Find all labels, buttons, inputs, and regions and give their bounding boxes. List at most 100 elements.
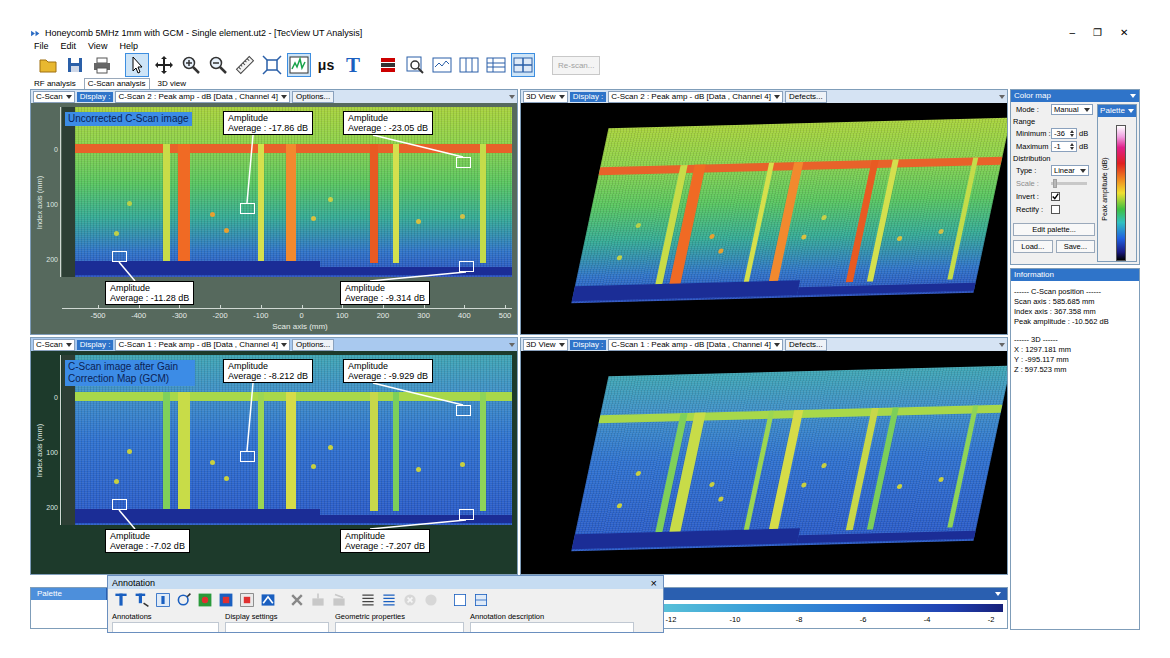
- dropdown-arrow-icon[interactable]: [509, 343, 515, 347]
- measurement-box[interactable]: [240, 451, 255, 462]
- tool-button[interactable]: [233, 53, 257, 77]
- palette-tab[interactable]: Palette: [1098, 105, 1136, 117]
- annotation-tool[interactable]: [401, 591, 419, 609]
- measurement-box[interactable]: [456, 405, 471, 416]
- dropdown-arrow-icon[interactable]: [999, 95, 1005, 99]
- tool-button[interactable]: [484, 53, 508, 77]
- dropdown-arrow-icon[interactable]: [66, 95, 72, 99]
- measurement-box[interactable]: [459, 261, 474, 272]
- annotation-tool[interactable]: [288, 591, 306, 609]
- tool-button[interactable]: μs: [314, 53, 338, 77]
- tool-button[interactable]: [430, 53, 454, 77]
- annotation-tool[interactable]: [196, 591, 214, 609]
- display-select[interactable]: C-Scan 2 : Peak amp - dB [Data , Channel…: [115, 91, 290, 103]
- save-button[interactable]: Save...: [1056, 240, 1096, 253]
- view-select[interactable]: C-Scan: [33, 339, 75, 351]
- amplitude-label[interactable]: AmplitudeAverage : -8.212 dB: [223, 359, 313, 383]
- tool-button[interactable]: [511, 53, 535, 77]
- display-select[interactable]: C-Scan 1 : Peak amp - dB [Data , Channel…: [115, 339, 290, 351]
- amplitude-label[interactable]: AmplitudeAverage : -7.02 dB: [105, 529, 190, 553]
- annotation-tool[interactable]: [472, 591, 490, 609]
- dropdown-arrow-icon[interactable]: [281, 95, 287, 99]
- load-button[interactable]: Load...: [1013, 240, 1053, 253]
- edit-palette-button[interactable]: Edit palette...: [1013, 223, 1095, 236]
- tool-button[interactable]: [63, 53, 87, 77]
- amplitude-label[interactable]: AmplitudeAverage : -11.28 dB: [105, 281, 194, 305]
- annotation-tool[interactable]: [330, 591, 348, 609]
- display-select[interactable]: C-Scan 2 : Peak amp - dB [Data , Channel…: [608, 91, 783, 103]
- tool-button[interactable]: [376, 53, 400, 77]
- display-select[interactable]: C-Scan 1 : Peak amp - dB [Data , Channel…: [608, 339, 783, 351]
- tool-button[interactable]: [260, 53, 284, 77]
- dropdown-arrow-icon[interactable]: [1128, 109, 1134, 113]
- measurement-box[interactable]: [459, 509, 474, 520]
- dropdown-arrow-icon[interactable]: [559, 343, 565, 347]
- defects-button[interactable]: Defects...: [785, 91, 827, 103]
- annotation-tool[interactable]: [112, 591, 130, 609]
- dropdown-arrow-icon[interactable]: [281, 343, 287, 347]
- menu-item[interactable]: Help: [119, 40, 138, 52]
- 3d-surface[interactable]: [571, 118, 1007, 303]
- menu-item[interactable]: Edit: [61, 40, 77, 52]
- annotation-tool[interactable]: [133, 591, 151, 609]
- tool-button[interactable]: [125, 53, 149, 77]
- amplitude-label[interactable]: AmplitudeAverage : -23.05 dB: [343, 111, 433, 135]
- amplitude-label[interactable]: AmplitudeAverage : -7.207 dB: [340, 529, 430, 553]
- maximum-input[interactable]: -1: [1051, 141, 1077, 152]
- options-button[interactable]: Options...: [292, 91, 334, 103]
- minimum-input[interactable]: -36: [1051, 128, 1077, 139]
- tool-button[interactable]: [152, 53, 176, 77]
- menu-item[interactable]: View: [88, 40, 107, 52]
- tab[interactable]: 3D view: [154, 78, 190, 89]
- checkbox[interactable]: [1051, 205, 1060, 214]
- tab[interactable]: C-Scan analysis: [84, 78, 150, 89]
- tool-button[interactable]: [206, 53, 230, 77]
- tab[interactable]: RF analysis: [30, 78, 80, 89]
- close-button[interactable]: ✕: [1118, 27, 1130, 39]
- annotation-tool[interactable]: [238, 591, 256, 609]
- annotation-tool[interactable]: [309, 591, 327, 609]
- measurement-box[interactable]: [240, 203, 255, 214]
- dropdown-arrow-icon[interactable]: [1080, 169, 1086, 173]
- tool-button[interactable]: [403, 53, 427, 77]
- 3d-view[interactable]: [521, 351, 1007, 574]
- view-select[interactable]: 3D View: [523, 91, 568, 103]
- annotation-tool[interactable]: [154, 591, 172, 609]
- view-select[interactable]: C-Scan: [33, 91, 75, 103]
- tool-button[interactable]: [457, 53, 481, 77]
- dropdown-arrow-icon[interactable]: [774, 343, 780, 347]
- dropdown-arrow-icon[interactable]: [66, 343, 72, 347]
- measurement-box[interactable]: [112, 251, 127, 262]
- annotation-tool[interactable]: [422, 591, 440, 609]
- spin-arrows-icon[interactable]: [1070, 143, 1074, 150]
- annotation-tool[interactable]: [380, 591, 398, 609]
- mode-select[interactable]: Manual: [1051, 104, 1093, 115]
- dropdown-arrow-icon[interactable]: [559, 95, 565, 99]
- tool-button[interactable]: [36, 53, 60, 77]
- amplitude-label[interactable]: AmplitudeAverage : -17.86 dB: [223, 111, 313, 135]
- dropdown-arrow-icon[interactable]: [999, 343, 1005, 347]
- annotation-tool[interactable]: [451, 591, 469, 609]
- measurement-box[interactable]: [456, 157, 471, 168]
- menu-item[interactable]: File: [34, 40, 49, 52]
- restore-button[interactable]: ❐: [1091, 27, 1104, 39]
- options-button[interactable]: Options...: [292, 339, 334, 351]
- dropdown-arrow-icon[interactable]: [995, 592, 1001, 596]
- defects-button[interactable]: Defects...: [785, 339, 827, 351]
- amplitude-label[interactable]: AmplitudeAverage : -9.314 dB: [340, 281, 430, 305]
- annotation-tool[interactable]: [217, 591, 235, 609]
- 3d-view[interactable]: [521, 103, 1007, 334]
- annotation-tool[interactable]: [175, 591, 193, 609]
- tool-button[interactable]: [287, 53, 311, 77]
- dropdown-arrow-icon[interactable]: [1130, 94, 1136, 98]
- tool-button[interactable]: T: [341, 53, 365, 77]
- minimize-button[interactable]: –: [1067, 27, 1077, 39]
- checkbox[interactable]: [1051, 192, 1060, 201]
- dropdown-arrow-icon[interactable]: [774, 95, 780, 99]
- tool-button[interactable]: [90, 53, 114, 77]
- scale-slider[interactable]: [1051, 182, 1087, 185]
- tool-button[interactable]: [179, 53, 203, 77]
- annotation-tool[interactable]: [259, 591, 277, 609]
- dropdown-arrow-icon[interactable]: [509, 95, 515, 99]
- amplitude-label[interactable]: AmplitudeAverage : -9.929 dB: [343, 359, 433, 383]
